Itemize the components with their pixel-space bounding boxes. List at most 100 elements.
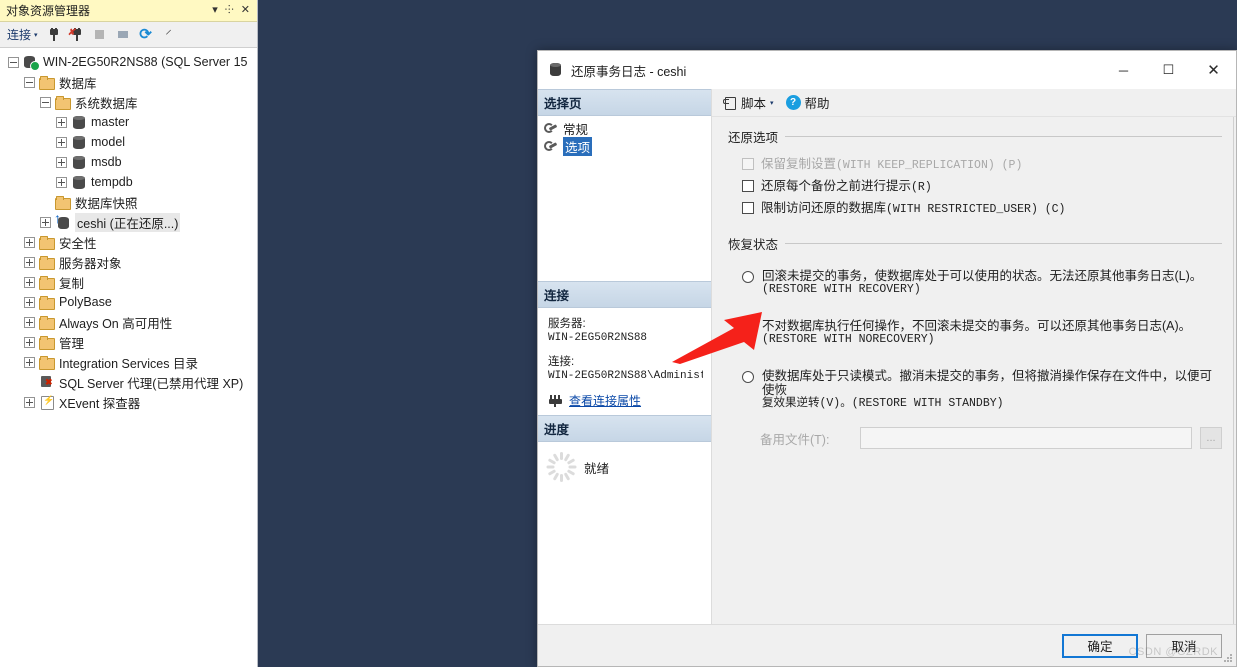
expand-icon[interactable]	[24, 296, 35, 308]
stop-icon[interactable]	[90, 25, 110, 45]
expand-icon[interactable]	[24, 336, 35, 348]
restore-options-group: 还原选项 保留复制设置(WITH KEEP_REPLICATION) (P) 还…	[728, 127, 1222, 220]
help-button[interactable]: ? 帮助	[783, 91, 833, 114]
recovery-state-title: 恢复状态	[728, 238, 779, 252]
checkbox-label: 保留复制设置(WITH KEEP_REPLICATION) (P)	[761, 157, 1023, 172]
collapse-icon[interactable]	[40, 96, 51, 108]
recovery-state-option-standby[interactable]: 使数据库处于只读模式。撤消未提交的事务，但将撤消操作保存在文件中，以便可使恢 复…	[728, 369, 1222, 411]
tree-node[interactable]: master	[0, 112, 257, 132]
folder-icon	[39, 335, 55, 350]
tree-node-label: 数据库	[59, 76, 97, 91]
folder-icon	[55, 195, 71, 210]
tree-node[interactable]: XEvent 探查器	[0, 392, 257, 412]
select-page-list[interactable]: 常规 选项	[538, 116, 711, 281]
tree-node[interactable]: 管理	[0, 332, 257, 352]
panel-title-buttons: ▾ ⸭ ✕	[212, 5, 253, 16]
xevent-icon	[39, 395, 55, 410]
expand-icon[interactable]	[24, 256, 35, 268]
radio-button[interactable]	[742, 321, 754, 333]
expand-icon[interactable]	[56, 116, 67, 128]
cancel-button[interactable]: 取消	[1146, 633, 1222, 658]
dialog-title: 还原事务日志 - ceshi	[571, 64, 687, 79]
pin-icon[interactable]: ⸭	[225, 5, 234, 16]
page-item-general[interactable]: 常规	[538, 119, 711, 137]
view-connection-properties-row[interactable]: 查看连接属性	[548, 392, 703, 409]
tree-node[interactable]: Always On 高可用性	[0, 312, 257, 332]
object-explorer-tree[interactable]: WIN-2EG50R2NS88 (SQL Server 15 数据库 系统数据库 ma…	[0, 48, 257, 667]
dialog-titlebar[interactable]: 还原事务日志 - ceshi ─ ☐ ✕	[538, 51, 1236, 89]
radio-button[interactable]	[742, 271, 754, 283]
db-icon	[71, 115, 87, 130]
group-rule	[785, 243, 1222, 244]
checkbox-box[interactable]	[742, 202, 754, 214]
checkbox-keep-replication[interactable]: 保留复制设置(WITH KEEP_REPLICATION) (P)	[728, 154, 1222, 176]
close-button[interactable]: ✕	[1191, 51, 1236, 89]
help-icon: ?	[785, 95, 801, 110]
connection-properties-icon	[548, 394, 564, 407]
view-connection-properties-link[interactable]: 查看连接属性	[569, 392, 641, 409]
checkbox-label: 还原每个备份之前进行提示(R)	[761, 179, 932, 194]
folder-icon	[39, 235, 55, 250]
script-button[interactable]: 脚本 ▾	[720, 91, 777, 114]
browse-standby-file-button[interactable]: ...	[1200, 427, 1222, 449]
refresh-icon[interactable]: ⟳	[136, 25, 156, 45]
folder-icon	[39, 75, 55, 90]
expand-icon[interactable]	[56, 156, 67, 168]
tree-node[interactable]: 系统数据库	[0, 92, 257, 112]
tree-node[interactable]: 服务器对象	[0, 252, 257, 272]
radio-label: 回滚未提交的事务，使数据库处于可以使用的状态。无法还原其他事务日志(L)。 (R…	[762, 269, 1203, 296]
filter-icon[interactable]	[113, 25, 133, 45]
recovery-state-option-norecovery[interactable]: 不对数据库执行任何操作，不回滚未提交的事务。可以还原其他事务日志(A)。 (RE…	[728, 319, 1222, 347]
ok-button[interactable]: 确定	[1062, 633, 1138, 658]
pulse-icon: ⸍	[165, 27, 172, 42]
activity-monitor-icon[interactable]: ⸍	[159, 25, 179, 45]
tree-node-label: SQL Server 代理(已禁用代理 XP)	[59, 376, 244, 391]
tree-node[interactable]: 数据库快照	[0, 192, 257, 212]
tree-node[interactable]: SQL Server 代理(已禁用代理 XP)	[0, 372, 257, 392]
expand-icon[interactable]	[24, 236, 35, 248]
expand-icon[interactable]	[24, 396, 35, 408]
tree-node[interactable]: model	[0, 132, 257, 152]
radio-button[interactable]	[742, 371, 754, 383]
close-icon[interactable]: ✕	[241, 5, 250, 16]
tree-node[interactable]: ceshi (正在还原...)	[0, 211, 257, 232]
dialog-toolbar: 脚本 ▾ ? 帮助	[712, 89, 1236, 117]
resize-handle[interactable]	[1224, 654, 1233, 663]
checkbox-prompt-before-each-restore[interactable]: 还原每个备份之前进行提示(R)	[728, 176, 1222, 198]
tree-node[interactable]: 数据库	[0, 72, 257, 92]
tree-node[interactable]: 复制	[0, 272, 257, 292]
dropdown-icon[interactable]: ▾	[212, 5, 218, 16]
connect-icon[interactable]	[44, 25, 64, 45]
expand-icon[interactable]	[24, 276, 35, 288]
standby-file-input[interactable]	[860, 427, 1192, 449]
tree-node-label: master	[91, 115, 130, 129]
expand-icon[interactable]	[24, 316, 35, 328]
tree-node[interactable]: Integration Services 目录	[0, 352, 257, 372]
expand-icon[interactable]	[40, 216, 51, 228]
connect-dropdown-label: 连接	[7, 28, 32, 42]
tree-node[interactable]: tempdb	[0, 172, 257, 192]
checkbox-box[interactable]	[742, 158, 754, 170]
expand-icon[interactable]	[56, 176, 67, 188]
folder-icon	[39, 315, 55, 330]
tree-node[interactable]: msdb	[0, 152, 257, 172]
plug-icon	[47, 27, 61, 42]
recovery-state-option-recovery[interactable]: 回滚未提交的事务，使数据库处于可以使用的状态。无法还原其他事务日志(L)。 (R…	[728, 269, 1222, 297]
collapse-icon[interactable]	[8, 56, 19, 68]
collapse-icon[interactable]	[24, 76, 35, 88]
expand-icon[interactable]	[56, 136, 67, 148]
tree-node[interactable]: WIN-2EG50R2NS88 (SQL Server 15	[0, 52, 257, 72]
connect-dropdown-button[interactable]: 连接 ▾	[4, 24, 41, 45]
maximize-button[interactable]: ☐	[1146, 51, 1191, 89]
page-item-options[interactable]: 选项	[538, 136, 711, 156]
database-icon	[548, 62, 564, 78]
agent-icon	[39, 375, 55, 390]
tree-node[interactable]: PolyBase	[0, 292, 257, 312]
expand-icon[interactable]	[24, 356, 35, 368]
checkbox-box[interactable]	[742, 180, 754, 192]
disconnect-icon[interactable]: ✘	[67, 25, 87, 45]
checkbox-restrict-access[interactable]: 限制访问还原的数据库(WITH RESTRICTED_USER) (C)	[728, 198, 1222, 220]
minimize-button[interactable]: ─	[1101, 51, 1146, 89]
tree-node-label: msdb	[91, 155, 122, 169]
tree-node[interactable]: 安全性	[0, 232, 257, 252]
